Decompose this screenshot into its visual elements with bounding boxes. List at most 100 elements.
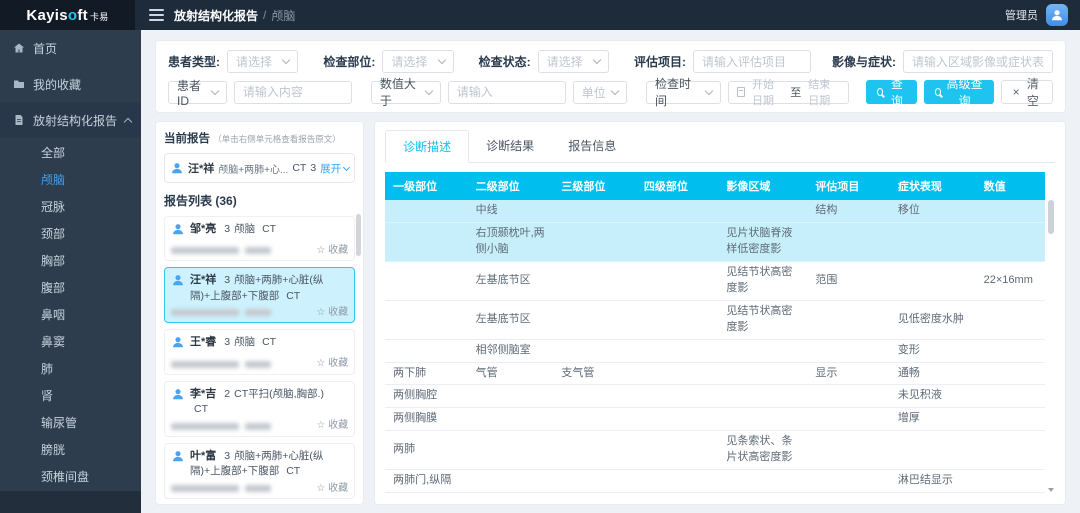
favorite-button[interactable]: ☆ 收藏 <box>316 419 348 433</box>
favorite-button[interactable]: ☆ 收藏 <box>316 482 348 496</box>
table-cell[interactable] <box>718 362 807 385</box>
table-cell[interactable]: 变形 <box>890 339 976 362</box>
table-cell[interactable]: 两下肺 <box>385 362 467 385</box>
table-cell[interactable]: 见片状脑脊液样低密度影 <box>718 222 807 261</box>
value-compare-select[interactable]: 数值大于 <box>371 81 441 104</box>
report-list-item[interactable]: 王*睿3颅脑 CT☆ 收藏 <box>164 329 355 374</box>
sidebar-subitem[interactable]: 肺 <box>0 356 141 383</box>
patient-type-select[interactable]: 请选择 <box>227 50 298 73</box>
table-cell[interactable] <box>553 470 635 493</box>
list-scrollbar[interactable] <box>355 214 362 498</box>
sidebar-item-structured-reports[interactable]: 放射结构化报告 <box>0 102 141 138</box>
sidebar-subitem[interactable]: 鼻窦 <box>0 329 141 356</box>
table-cell[interactable]: 通畅 <box>890 362 976 385</box>
table-cell[interactable] <box>385 200 467 222</box>
sidebar-item-home[interactable]: 首页 <box>0 30 141 66</box>
table-cell[interactable] <box>890 222 976 261</box>
table-cell[interactable] <box>553 300 635 339</box>
app-logo[interactable]: Kayisoft卡易 <box>0 0 135 30</box>
table-cell[interactable]: 右顶颞枕叶,两侧小脑 <box>468 222 554 261</box>
table-cell[interactable]: 左基底节区 <box>468 261 554 300</box>
table-cell[interactable] <box>718 385 807 408</box>
table-cell[interactable] <box>468 408 554 431</box>
table-cell[interactable] <box>636 261 718 300</box>
table-cell[interactable]: 中线 <box>468 200 554 222</box>
value-input[interactable] <box>448 81 566 104</box>
table-cell[interactable] <box>553 200 635 222</box>
table-cell[interactable]: 部分轻肿大 <box>890 493 976 494</box>
report-list-item[interactable]: 李*吉2CT平扫(颅脑,胸部.) CT☆ 收藏 <box>164 381 355 437</box>
sidebar-subitem[interactable]: 膀胱 <box>0 437 141 464</box>
table-cell[interactable] <box>718 200 807 222</box>
table-cell[interactable] <box>636 385 718 408</box>
table-cell[interactable]: 移位 <box>890 200 976 222</box>
table-cell[interactable] <box>636 493 718 494</box>
table-cell[interactable]: 见低密度水肿 <box>890 300 976 339</box>
sidebar-subitem[interactable]: 鼻咽 <box>0 302 141 329</box>
table-cell[interactable] <box>807 339 889 362</box>
table-cell[interactable]: 两肺门,纵隔 <box>385 493 467 494</box>
table-cell[interactable]: 两肺门,纵隔 <box>385 470 467 493</box>
table-cell[interactable] <box>385 300 467 339</box>
scrollbar-thumb[interactable] <box>1048 200 1054 234</box>
table-cell[interactable] <box>385 222 467 261</box>
table-cell[interactable] <box>976 493 1045 494</box>
table-cell[interactable]: 增厚 <box>890 408 976 431</box>
sidebar-subitem[interactable]: 肾 <box>0 383 141 410</box>
table-cell[interactable]: 两侧胸膜 <box>385 408 467 431</box>
sidebar-subitem[interactable]: 胸部 <box>0 248 141 275</box>
table-cell[interactable] <box>807 431 889 470</box>
table-cell[interactable] <box>636 431 718 470</box>
table-cell[interactable] <box>890 431 976 470</box>
sidebar-subitem[interactable]: 腹部 <box>0 275 141 302</box>
table-cell[interactable] <box>553 261 635 300</box>
report-list-item[interactable]: 汪*祥3颅脑+两肺+心脏(纵隔)+上腹部+下腹部 CT☆ 收藏 <box>164 267 355 323</box>
favorite-button[interactable]: ☆ 收藏 <box>316 357 348 371</box>
table-cell[interactable] <box>553 408 635 431</box>
table-cell[interactable] <box>636 470 718 493</box>
table-cell[interactable] <box>553 385 635 408</box>
report-list-item[interactable]: 叶*富3颅脑+两肺+心脏(纵隔)+上腹部+下腹部 CT☆ 收藏 <box>164 443 355 499</box>
table-cell[interactable]: 结构 <box>807 200 889 222</box>
table-cell[interactable]: 显示 <box>807 362 889 385</box>
table-cell[interactable]: 见结节状高密度影 <box>718 261 807 300</box>
table-cell[interactable]: 两肺 <box>385 431 467 470</box>
table-cell[interactable] <box>553 222 635 261</box>
sidebar-subitem[interactable]: 颈部 <box>0 221 141 248</box>
table-cell[interactable] <box>718 470 807 493</box>
table-cell[interactable] <box>468 493 554 494</box>
table-cell[interactable]: 22×16mm <box>976 261 1045 300</box>
sidebar-subitem[interactable]: 颈椎间盘 <box>0 464 141 491</box>
table-cell[interactable] <box>718 493 807 494</box>
table-cell[interactable] <box>636 408 718 431</box>
table-cell[interactable]: 未见积液 <box>890 385 976 408</box>
exam-part-select[interactable]: 请选择 <box>382 50 453 73</box>
table-cell[interactable] <box>807 470 889 493</box>
table-cell[interactable]: 淋巴结显示 <box>890 470 976 493</box>
table-cell[interactable]: 范围 <box>807 261 889 300</box>
table-scrollbar[interactable] <box>1047 172 1055 494</box>
tab-item[interactable]: 报告信息 <box>551 130 633 162</box>
table-cell[interactable]: 气管 <box>468 362 554 385</box>
table-cell[interactable] <box>636 339 718 362</box>
unit-select[interactable]: 单位 <box>573 81 627 104</box>
user-avatar[interactable] <box>1046 4 1068 26</box>
table-cell[interactable] <box>976 339 1045 362</box>
scrollbar-thumb[interactable] <box>356 214 361 256</box>
table-cell[interactable] <box>976 300 1045 339</box>
table-cell[interactable] <box>468 431 554 470</box>
table-cell[interactable] <box>890 261 976 300</box>
table-cell[interactable] <box>976 385 1045 408</box>
table-cell[interactable] <box>976 362 1045 385</box>
table-cell[interactable] <box>553 493 635 494</box>
eval-item-input[interactable] <box>693 50 811 73</box>
sidebar-item-favorites[interactable]: 我的收藏 <box>0 66 141 102</box>
report-list-item[interactable]: 邹*亮3颅脑 CT☆ 收藏 <box>164 216 355 261</box>
table-cell[interactable] <box>553 339 635 362</box>
exam-status-select[interactable]: 请选择 <box>538 50 609 73</box>
tab-item[interactable]: 诊断结果 <box>469 130 551 162</box>
breadcrumb-root[interactable]: 放射结构化报告 <box>174 7 258 24</box>
table-cell[interactable] <box>976 431 1045 470</box>
table-cell[interactable] <box>807 385 889 408</box>
patient-id-select[interactable]: 患者ID <box>168 81 227 104</box>
